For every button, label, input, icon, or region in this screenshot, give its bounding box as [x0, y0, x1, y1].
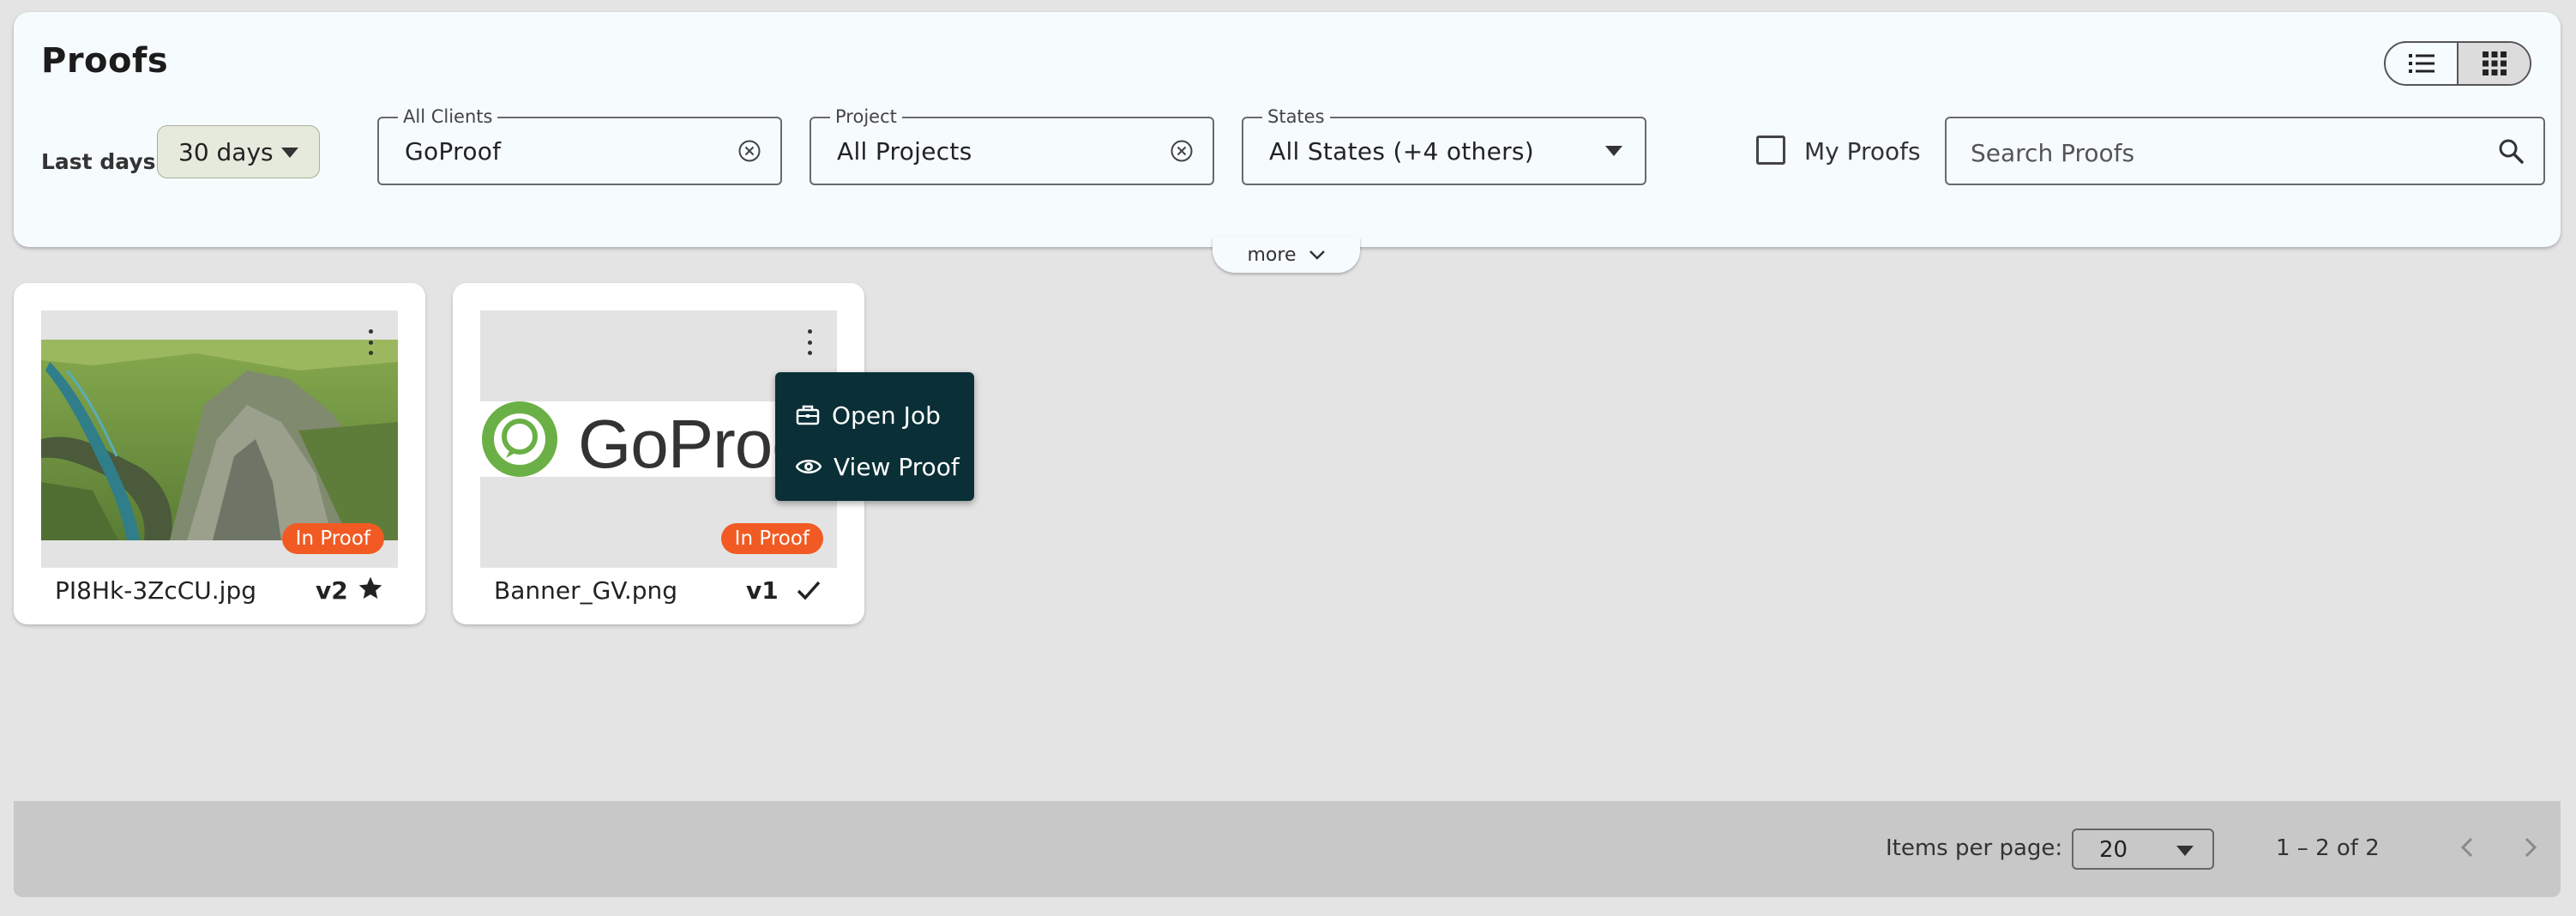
states-legend: States: [1262, 106, 1330, 127]
last-days-value: 30 days: [178, 137, 274, 166]
grid-view-button[interactable]: [2457, 43, 2530, 84]
caret-down-icon: [281, 148, 298, 158]
paginator: Items per page: 20 1 – 2 of 2: [14, 801, 2561, 897]
grid-icon: [2482, 51, 2507, 75]
chevron-left-icon[interactable]: [2451, 830, 2485, 865]
card-menu-button[interactable]: [804, 329, 815, 355]
proof-card[interactable]: In Proof PI8Hk-3ZcCU.jpg v2: [14, 283, 425, 624]
search-input[interactable]: [1971, 134, 2485, 172]
eye-icon: [796, 460, 822, 473]
items-per-page-value: 20: [2099, 837, 2128, 863]
filter-header-panel: Proofs Last days 30 days All Clients GoP…: [14, 12, 2561, 247]
search-icon[interactable]: [2497, 137, 2525, 165]
star-icon[interactable]: [357, 575, 384, 602]
menu-item-open-job[interactable]: Open Job: [775, 389, 974, 441]
file-name: PI8Hk-3ZcCU.jpg: [55, 576, 256, 605]
last-days-label: Last days: [41, 149, 156, 174]
clear-project-button[interactable]: [1168, 137, 1195, 165]
page-range-label: 1 – 2 of 2: [2276, 835, 2380, 861]
items-per-page-label: Items per page:: [1886, 835, 2063, 861]
project-legend: Project: [830, 106, 902, 127]
my-proofs-checkbox[interactable]: [1756, 136, 1785, 165]
states-select[interactable]: States All States (+4 others): [1242, 106, 1646, 185]
view-toggle: [2384, 41, 2531, 86]
status-badge: In Proof: [281, 523, 384, 554]
states-dropdown-caret[interactable]: [1600, 137, 1628, 165]
menu-item-label: Open Job: [832, 401, 941, 430]
status-badge: In Proof: [720, 523, 823, 554]
briefcase-icon: [796, 405, 820, 425]
version-label: v2: [316, 576, 348, 605]
list-icon: [2408, 54, 2435, 73]
check-icon[interactable]: [796, 578, 822, 602]
more-filters-toggle[interactable]: more: [1213, 237, 1360, 273]
clients-field[interactable]: All Clients GoProof: [377, 106, 782, 185]
project-value: All Projects: [837, 137, 972, 166]
card-menu-button[interactable]: [365, 329, 376, 355]
proof-thumbnail[interactable]: In Proof: [41, 310, 398, 568]
clear-circle-icon: [1171, 140, 1193, 162]
version-label: v1: [746, 576, 779, 605]
caret-down-icon: [1605, 146, 1622, 156]
my-proofs-label: My Proofs: [1804, 137, 1921, 166]
page-title: Proofs: [41, 41, 169, 81]
clients-legend: All Clients: [398, 106, 498, 127]
last-days-select[interactable]: 30 days: [157, 125, 320, 178]
states-value: All States (+4 others): [1269, 137, 1535, 166]
card-context-menu: Open Job View Proof: [775, 372, 974, 501]
chevron-down-icon: [1309, 250, 1325, 260]
file-name: Banner_GV.png: [494, 576, 678, 605]
clear-clients-button[interactable]: [736, 137, 763, 165]
list-view-button[interactable]: [2386, 43, 2457, 84]
project-field[interactable]: Project All Projects: [810, 106, 1214, 185]
chevron-right-icon[interactable]: [2513, 830, 2547, 865]
search-field[interactable]: [1945, 117, 2545, 185]
clients-value: GoProof: [405, 137, 502, 166]
menu-item-label: View Proof: [834, 452, 960, 481]
caret-down-icon: [2176, 846, 2194, 856]
menu-item-view-proof[interactable]: View Proof: [775, 441, 974, 492]
clear-circle-icon: [738, 140, 761, 162]
more-label: more: [1247, 244, 1297, 266]
items-per-page-select[interactable]: 20: [2072, 829, 2214, 870]
